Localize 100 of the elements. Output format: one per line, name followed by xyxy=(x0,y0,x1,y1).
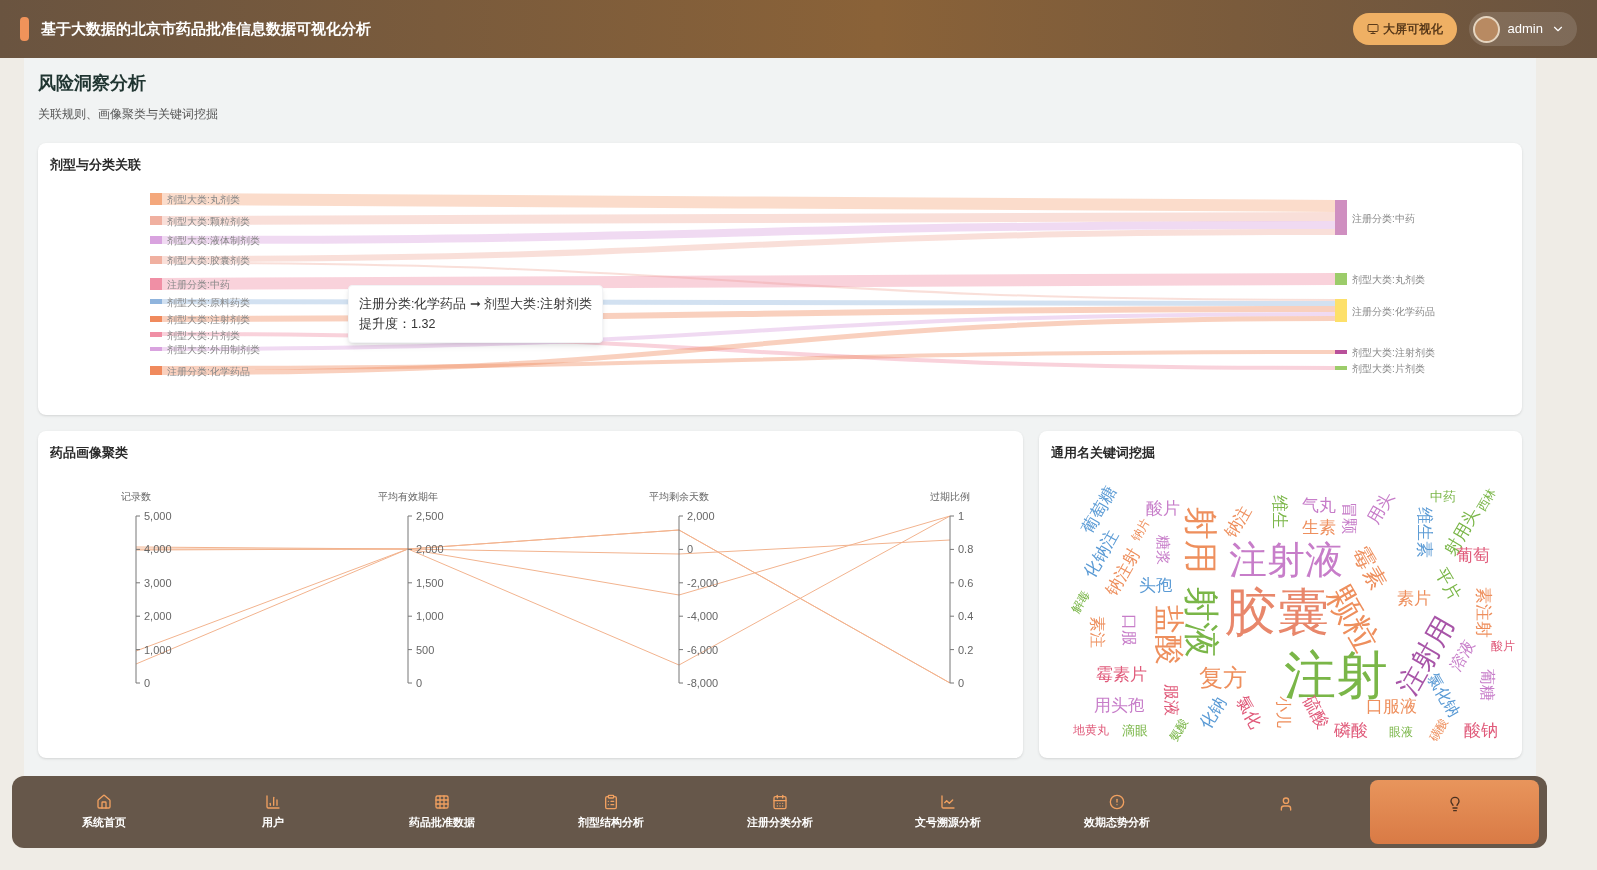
node-label: 注册分类:化学药品 xyxy=(1352,305,1435,316)
sankey-node[interactable] xyxy=(1335,298,1347,322)
keyword: 化钠 xyxy=(1197,694,1229,732)
tick-label: 1,500 xyxy=(416,576,444,589)
tick-label: 0 xyxy=(958,677,965,689)
sankey-node[interactable] xyxy=(150,346,162,351)
tooltip-rule: 注册分类:化学药品 ➞ 剂型大类:注射剂类 xyxy=(359,296,592,313)
keyword: 眼液 xyxy=(1389,726,1413,738)
keyword: 射液 xyxy=(1183,586,1219,658)
nav-item[interactable]: 系统首页 xyxy=(20,780,189,844)
keyword: 生素 xyxy=(1302,518,1336,536)
tick-label: -6,000 xyxy=(687,643,719,656)
page-title: 风险洞察分析 xyxy=(38,72,147,95)
nav-icon xyxy=(265,793,282,810)
tick-label: -8,000 xyxy=(687,677,719,689)
nav-item[interactable]: 效期态势分析 xyxy=(1032,780,1202,844)
page-subtitle: 关联规则、画像聚类与关键词挖掘 xyxy=(38,106,219,123)
keyword: 平片 xyxy=(1432,565,1464,603)
keyword: 解毒 xyxy=(1069,588,1093,616)
nav-item[interactable]: 文号溯源分析 xyxy=(863,780,1033,844)
keyword: 酸片 xyxy=(1146,499,1180,517)
tooltip-value: 提升度：1.32 xyxy=(359,316,437,333)
keyword: 头孢 xyxy=(1139,576,1173,594)
keyword: 素注 xyxy=(1089,616,1105,648)
keyword: 维生 xyxy=(1270,495,1288,529)
keyword: 磺酸 xyxy=(1427,716,1451,744)
keyword: 葡糖 xyxy=(1479,669,1495,701)
nav-item[interactable]: 药品批准数据 xyxy=(357,780,527,844)
nav-item[interactable]: 注册分类分析 xyxy=(695,780,864,844)
nav-item[interactable]: 用户 xyxy=(188,780,358,844)
node-label: 剂型大类:片剂类 xyxy=(1352,362,1425,374)
node-label: 剂型大类:胶囊剂类 xyxy=(167,254,250,266)
tick-label: 0.8 xyxy=(958,543,974,556)
sankey-node[interactable] xyxy=(150,365,162,375)
keyword: 盐酸 xyxy=(1154,605,1184,665)
keyword: 冒颗 xyxy=(1341,502,1357,534)
keyword: 用头孢 xyxy=(1093,696,1145,714)
tick-label: 2,500 xyxy=(416,510,444,522)
tick-label: 1,000 xyxy=(144,643,172,656)
axis-title: 平均有效期年 xyxy=(378,491,438,502)
card-title: 剂型与分类关联 xyxy=(50,156,142,174)
node-label: 剂型大类:丸剂类 xyxy=(167,193,240,205)
keyword: 滴眼 xyxy=(1122,723,1148,737)
sankey-node[interactable] xyxy=(150,277,162,290)
keyword: 维生素 xyxy=(1415,506,1433,558)
sankey-node[interactable] xyxy=(150,255,162,264)
avatar xyxy=(1472,15,1500,43)
node-label: 注册分类:化学药品 xyxy=(167,365,250,376)
tick-label: 2,000 xyxy=(144,610,172,623)
app-title: 基于大数据的北京市药品批准信息数据可视化分析 xyxy=(41,18,371,39)
nav-item[interactable] xyxy=(1370,780,1540,844)
tick-label: 4,000 xyxy=(144,543,172,556)
nav-icon xyxy=(433,793,450,810)
nav-icon xyxy=(940,793,957,810)
keyword: 中药 xyxy=(1430,489,1456,503)
keyword: 口服 xyxy=(1121,614,1137,646)
card-title: 通用名关键词挖掘 xyxy=(1051,443,1156,462)
axis-title: 过期比例 xyxy=(930,491,970,502)
node-label: 剂型大类:原料药类 xyxy=(167,296,250,307)
user-menu[interactable]: admin xyxy=(1468,12,1577,46)
keyword: 糖浆 xyxy=(1155,535,1171,565)
tick-label: 2,000 xyxy=(416,543,444,556)
sankey-node[interactable] xyxy=(1335,349,1347,354)
node-label: 剂型大类:注射剂类 xyxy=(1352,346,1435,358)
sankey-node[interactable] xyxy=(150,215,162,225)
sankey-node[interactable] xyxy=(150,235,162,244)
sankey-node[interactable] xyxy=(150,192,162,205)
logo-mark xyxy=(20,17,29,41)
node-label: 剂型大类:丸剂类 xyxy=(1352,273,1425,285)
keyword: 用头 xyxy=(1365,489,1397,527)
keyword: 酸钠 xyxy=(1464,721,1498,739)
node-label: 注册分类:中药 xyxy=(1352,212,1415,223)
nav-icon xyxy=(96,793,113,810)
tick-label: -4,000 xyxy=(687,610,719,623)
keyword: 地黄丸 xyxy=(1073,724,1109,736)
axis-title: 记录数 xyxy=(121,491,151,502)
tick-label: 1,000 xyxy=(416,610,444,623)
keyword: 磷酸 xyxy=(1334,721,1368,739)
keyword: 射用 xyxy=(1184,506,1218,574)
sankey-node[interactable] xyxy=(1335,272,1347,285)
sankey-node[interactable] xyxy=(1335,199,1347,235)
tick-label: -2,000 xyxy=(687,576,719,589)
keyword: 酸片 xyxy=(1491,640,1515,652)
card-title: 药品画像聚类 xyxy=(50,443,129,462)
sankey-node[interactable] xyxy=(150,331,162,337)
sankey-node[interactable] xyxy=(150,315,162,322)
keyword: 钠注 xyxy=(1222,503,1254,541)
nav-icon xyxy=(602,793,619,810)
nav-icon xyxy=(1109,793,1126,810)
sankey-node[interactable] xyxy=(150,298,162,304)
monitor-icon xyxy=(1366,23,1379,35)
nav-item[interactable]: 剂型结构分析 xyxy=(526,780,696,844)
keyword: 西林 xyxy=(1475,486,1499,514)
tick-label: 0 xyxy=(687,543,694,556)
nav-icon xyxy=(771,793,788,810)
tick-label: 1 xyxy=(958,510,965,522)
tick-label: 2,000 xyxy=(687,510,715,522)
screen-button[interactable]: 大屏可视化 xyxy=(1352,13,1457,45)
keyword: 氯化 xyxy=(1233,693,1265,731)
sankey-node[interactable] xyxy=(1335,365,1347,370)
